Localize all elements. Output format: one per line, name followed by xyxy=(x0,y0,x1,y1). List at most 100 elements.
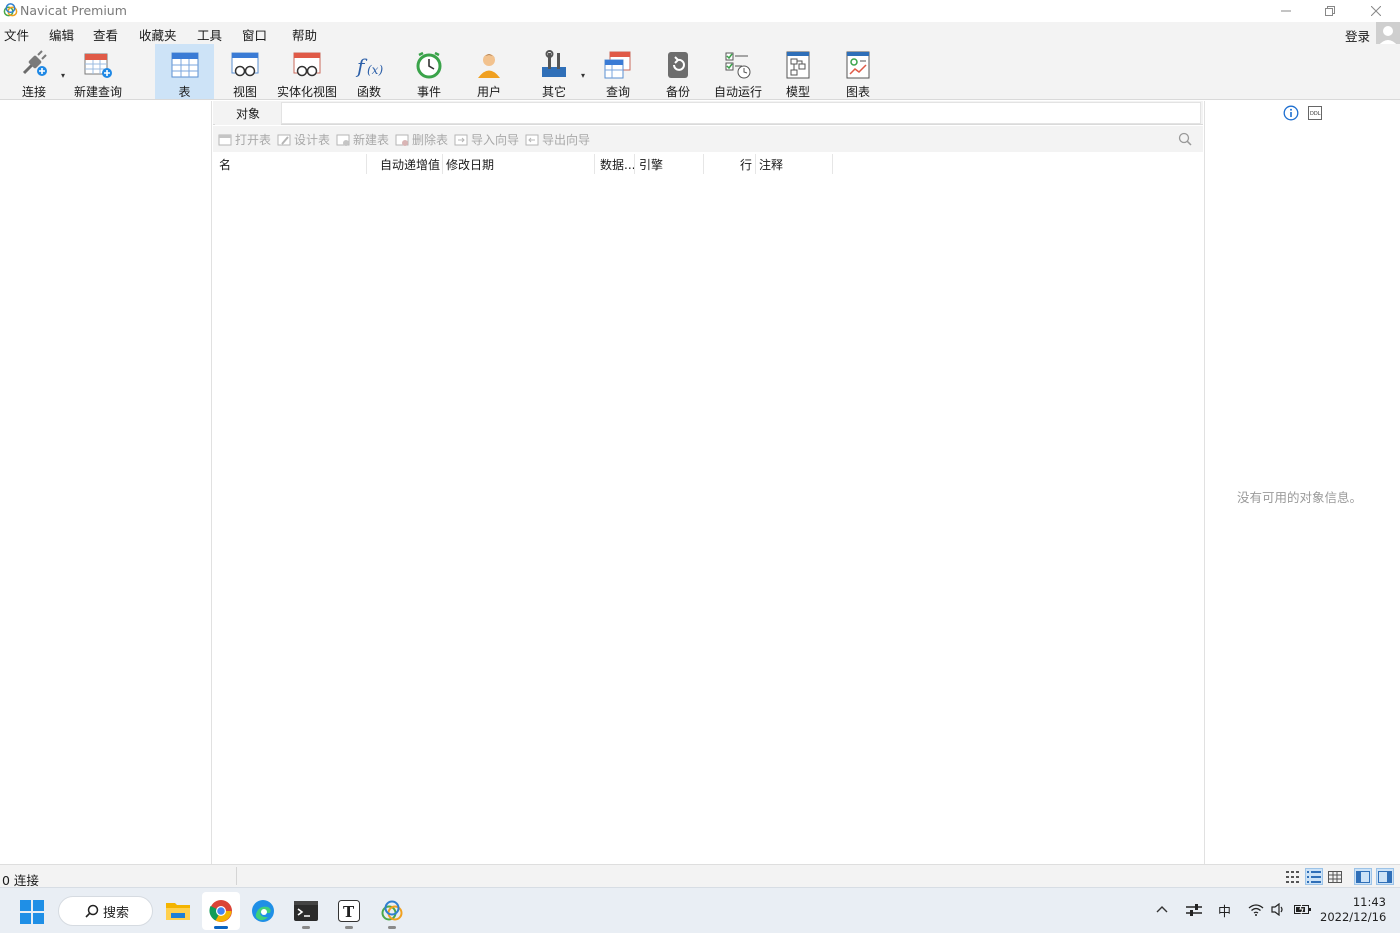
column-rows[interactable]: 行 xyxy=(740,156,752,173)
toolbar-automation[interactable]: 自动运行 xyxy=(712,44,764,99)
new-table-label: 新建表 xyxy=(353,133,390,147)
column-name[interactable]: 名 xyxy=(219,156,231,173)
navicat-icon xyxy=(381,900,403,921)
toolbar-query[interactable]: 查询 xyxy=(598,44,638,99)
menu-help[interactable]: 帮助 xyxy=(292,25,317,44)
delete-table-icon xyxy=(395,134,409,146)
design-table-button[interactable]: 设计表 xyxy=(277,131,330,148)
svg-text:T: T xyxy=(343,903,355,921)
app-running-indicator xyxy=(302,926,310,929)
network-settings-icon[interactable] xyxy=(1186,903,1202,917)
clock-time: 11:43 xyxy=(1352,895,1386,909)
toolbar-connect-label: 连接 xyxy=(21,85,46,99)
login-link[interactable]: 登录 xyxy=(1345,26,1370,45)
taskbar-search[interactable]: 搜索 xyxy=(58,896,153,926)
toolbar-function[interactable]: f (x) 函数 xyxy=(349,44,389,99)
svg-text:DDL: DDL xyxy=(1310,111,1321,117)
volume-icon[interactable] xyxy=(1271,903,1286,916)
toolbar-connect[interactable]: 连接 xyxy=(14,44,54,99)
open-table-button[interactable]: 打开表 xyxy=(218,131,271,148)
search-icon[interactable] xyxy=(1178,132,1192,146)
column-auto-increment[interactable]: 自动递增值 xyxy=(380,156,440,173)
ddl-icon[interactable]: DDL xyxy=(1308,106,1322,120)
column-separator[interactable] xyxy=(634,154,635,174)
info-icon[interactable] xyxy=(1283,105,1299,121)
svg-text:(x): (x) xyxy=(367,63,383,77)
toolbar-backup-label: 备份 xyxy=(665,85,690,99)
tools-icon xyxy=(542,50,566,77)
toolbar-new-query[interactable]: 新建查询 xyxy=(72,44,124,99)
toolbar-materialized-view-label: 实体化视图 xyxy=(276,85,337,99)
menu-edit[interactable]: 编辑 xyxy=(49,25,74,44)
taskbar-file-explorer[interactable] xyxy=(159,892,197,930)
avatar[interactable] xyxy=(1376,22,1400,46)
toggle-right-pane-button[interactable] xyxy=(1376,868,1394,885)
column-separator[interactable] xyxy=(755,154,756,174)
column-separator[interactable] xyxy=(442,154,443,174)
menu-tools[interactable]: 工具 xyxy=(197,25,222,44)
menu-file[interactable]: 文件 xyxy=(4,25,29,44)
tab-objects[interactable]: 对象 xyxy=(215,101,281,125)
query-icon xyxy=(604,51,631,79)
toolbar-others-label: 其它 xyxy=(541,85,566,99)
import-wizard-button[interactable]: 导入向导 xyxy=(454,131,519,148)
taskbar-typora[interactable]: T xyxy=(330,892,368,930)
windows-start-icon[interactable] xyxy=(20,900,44,924)
others-dropdown-icon[interactable]: ▾ xyxy=(581,71,587,80)
grid-view-button[interactable] xyxy=(1284,868,1302,885)
grid-view-icon xyxy=(1286,870,1299,883)
show-hidden-icons-chevron-icon[interactable] xyxy=(1156,905,1168,913)
ime-indicator[interactable]: 中 xyxy=(1218,901,1231,920)
taskbar-edge[interactable] xyxy=(244,892,282,930)
delete-table-button[interactable]: 删除表 xyxy=(395,131,448,148)
open-table-icon xyxy=(218,134,232,145)
restore-button[interactable] xyxy=(1307,0,1353,22)
taskbar-clock[interactable]: 11:43 2022/12/16 xyxy=(1320,895,1386,925)
menu-favorites[interactable]: 收藏夹 xyxy=(139,25,177,44)
column-comment[interactable]: 注释 xyxy=(759,156,783,173)
column-separator[interactable] xyxy=(832,154,833,174)
column-data-length[interactable]: 数据... xyxy=(600,156,635,173)
connection-tree-panel[interactable] xyxy=(0,101,212,864)
table-icon xyxy=(171,52,198,78)
minimize-button[interactable] xyxy=(1263,0,1309,22)
edge-icon xyxy=(252,900,274,922)
toggle-left-pane-button[interactable] xyxy=(1354,868,1372,885)
taskbar-terminal[interactable] xyxy=(287,892,325,930)
toolbar-event[interactable]: 事件 xyxy=(409,44,449,99)
toolbar-user[interactable]: 用户 xyxy=(469,44,509,99)
taskbar-chrome[interactable] xyxy=(202,892,240,930)
toolbar-table[interactable]: 表 xyxy=(155,44,214,99)
column-separator[interactable] xyxy=(594,154,595,174)
battery-icon[interactable] xyxy=(1294,903,1312,915)
toolbar-model-label: 模型 xyxy=(785,85,810,99)
export-wizard-button[interactable]: 导出向导 xyxy=(525,131,590,148)
column-separator[interactable] xyxy=(366,154,367,174)
toolbar-backup[interactable]: 备份 xyxy=(658,44,698,99)
wifi-icon[interactable] xyxy=(1248,903,1264,916)
toolbar-model[interactable]: 模型 xyxy=(778,44,818,99)
list-view-button[interactable] xyxy=(1305,868,1323,885)
column-engine[interactable]: 引擎 xyxy=(639,156,663,173)
menu-window[interactable]: 窗口 xyxy=(242,25,267,44)
toolbar-materialized-view[interactable]: 实体化视图 xyxy=(276,44,338,99)
export-wizard-label: 导出向导 xyxy=(542,133,591,147)
toolbar-others[interactable]: 其它 xyxy=(534,44,574,99)
clock-date: 2022/12/16 xyxy=(1320,910,1387,924)
new-table-button[interactable]: 新建表 xyxy=(336,131,389,148)
close-button[interactable] xyxy=(1353,0,1399,22)
column-separator[interactable] xyxy=(703,154,704,174)
file-explorer-icon xyxy=(166,903,190,920)
toolbar-view[interactable]: 视图 xyxy=(225,44,265,99)
taskbar-navicat[interactable] xyxy=(373,892,411,930)
column-modified-date[interactable]: 修改日期 xyxy=(446,156,494,173)
menu-view[interactable]: 查看 xyxy=(93,25,118,44)
chart-icon xyxy=(846,51,870,79)
detail-view-button[interactable] xyxy=(1326,868,1344,885)
toolbar-chart[interactable]: 图表 xyxy=(838,44,878,99)
minimize-icon xyxy=(1281,10,1291,12)
main-toolbar: 连接 ▾ 新建查询 表 视图 实体化视图 f (x) 函数 事件 用户 其它 ▾… xyxy=(0,44,1400,100)
connect-dropdown-icon[interactable]: ▾ xyxy=(61,71,67,80)
design-table-icon xyxy=(277,134,291,145)
app-active-indicator xyxy=(214,926,228,929)
